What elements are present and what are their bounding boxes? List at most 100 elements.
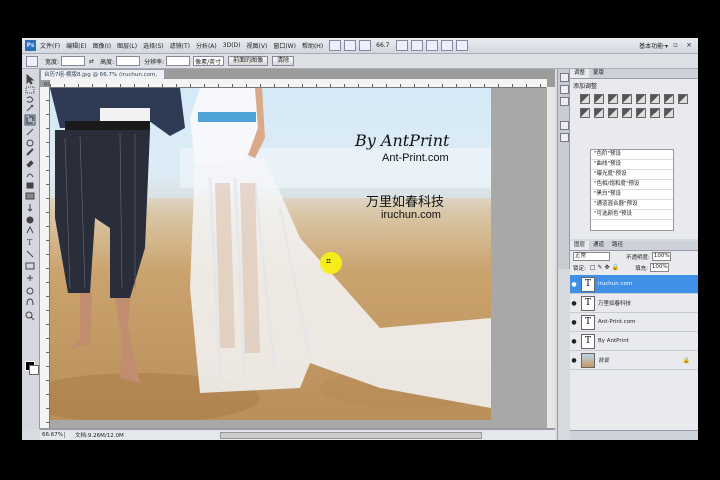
paragraph-panel-icon[interactable] <box>560 133 569 142</box>
panel-dock: 调整 蒙版 添加调整 "色阶"预设 "曲线"预设 "曝光度"预设 "色相/饱和度… <box>557 69 698 440</box>
posterize-icon[interactable] <box>622 108 632 118</box>
eye-icon[interactable]: ● <box>570 281 578 288</box>
menu-select[interactable]: 选择(S) <box>143 41 164 50</box>
eye-icon[interactable]: ● <box>570 319 578 326</box>
tab-channels[interactable]: 通道 <box>589 241 608 250</box>
menu-filter[interactable]: 滤镜(T) <box>170 41 190 50</box>
layers-footer-buttons[interactable] <box>570 430 698 440</box>
photo-filter-icon[interactable] <box>580 108 590 118</box>
resolution-label: 分辨率: <box>144 58 165 66</box>
zoom-tool-icon[interactable] <box>410 40 423 51</box>
menu-bar: Ps 文件(F) 编辑(E) 图像(I) 图层(L) 选择(S) 滤镜(T) 分… <box>22 38 698 54</box>
clear-button[interactable]: 清除 <box>272 56 295 66</box>
layer-row[interactable]: ● T By AntPrint <box>570 332 698 351</box>
resolution-field[interactable] <box>166 56 191 66</box>
path-select-icon <box>26 250 34 258</box>
swap-icon[interactable]: ⇄ <box>89 58 94 65</box>
eye-icon[interactable]: ● <box>570 338 578 345</box>
preset-item[interactable]: "黑白"预设 <box>591 190 673 200</box>
unit-select[interactable]: 像素/英寸 <box>193 56 225 66</box>
vertical-scrollbar[interactable] <box>546 87 555 428</box>
eye-icon[interactable]: ● <box>570 300 578 307</box>
view-extras-icon[interactable] <box>359 40 372 51</box>
hand-tool-icon <box>26 298 34 306</box>
options-bar: 宽度: ⇄ 高度: 分辨率: 像素/英寸 前面的图像 清除 <box>22 54 698 69</box>
blend-mode-select[interactable]: 正常 <box>573 252 610 261</box>
opacity-field[interactable]: 100% <box>651 252 671 261</box>
hand-tool-icon[interactable] <box>395 40 408 51</box>
screen-mode-icon[interactable] <box>455 40 468 51</box>
menu-help[interactable]: 帮助(H) <box>302 41 323 50</box>
layer-row[interactable]: ● T 万里如春科技 <box>570 294 698 313</box>
horizontal-scrollbar[interactable] <box>220 432 482 439</box>
crop-tool-preset-icon[interactable] <box>26 55 38 67</box>
status-doc-size[interactable]: 文档:9.26M/12.0M <box>75 431 124 439</box>
character-panel-icon[interactable] <box>560 121 569 130</box>
layer-list: ● T iruchun.com ● T 万里如春科技 ● T Ant-Print… <box>570 275 698 405</box>
menu-analysis[interactable]: 分析(A) <box>196 41 217 50</box>
preset-item[interactable]: "曝光度"预设 <box>591 170 673 180</box>
gradient-map-icon[interactable] <box>650 108 660 118</box>
menu-file[interactable]: 文件(F) <box>40 41 60 50</box>
eyedropper-icon <box>26 128 34 136</box>
tab-paths[interactable]: 路径 <box>608 241 627 250</box>
layer-row[interactable]: ● T iruchun.com <box>570 275 698 294</box>
text-layer-icon: T <box>581 276 595 292</box>
threshold-icon[interactable] <box>636 108 646 118</box>
tab-adjustments[interactable]: 调整 <box>570 69 590 78</box>
swatches-panel-icon[interactable] <box>560 97 569 106</box>
opacity-label: 不透明度: <box>626 254 650 261</box>
preset-item[interactable]: "色阶"预设 <box>591 150 673 160</box>
lock-row: 锁定: □✎✥🔒 填充: 100% <box>570 262 698 273</box>
eye-icon[interactable]: ● <box>570 357 578 364</box>
layer-row[interactable]: ● 背景 🔒 <box>570 351 698 370</box>
menu-edit[interactable]: 编辑(E) <box>66 41 86 50</box>
layer-row[interactable]: ● T Ant-Print.com <box>570 313 698 332</box>
zoom-level[interactable]: 66.7 <box>376 42 389 49</box>
by-antprint-text: By AntPrint <box>355 131 450 150</box>
channel-mixer-icon[interactable] <box>594 108 604 118</box>
tab-layers[interactable]: 图层 <box>570 241 590 250</box>
width-field[interactable] <box>61 56 86 66</box>
preset-item[interactable]: "可选颜色"预设 <box>591 210 673 220</box>
invert-icon[interactable] <box>608 108 618 118</box>
menu-image[interactable]: 图像(I) <box>93 41 111 50</box>
menu-view[interactable]: 视图(V) <box>247 41 268 50</box>
menu-3d[interactable]: 3D(D) <box>223 42 241 49</box>
bridge-icon[interactable] <box>329 40 342 51</box>
height-field[interactable] <box>116 56 141 66</box>
minibridge-icon[interactable] <box>344 40 357 51</box>
horizontal-ruler[interactable] <box>50 79 547 88</box>
photoshop-logo: Ps <box>25 40 36 51</box>
rotate-view-icon[interactable] <box>425 40 438 51</box>
hue-saturation-icon[interactable] <box>650 94 660 104</box>
preset-item[interactable]: "曲线"预设 <box>591 160 673 170</box>
adjustment-icons <box>570 92 698 120</box>
preset-item[interactable]: "通道混合器"预设 <box>591 200 673 210</box>
canvas-area[interactable]: By AntPrint Ant-Print.com 万里如春科技 iruchun… <box>50 88 547 428</box>
lock-icons[interactable]: □✎✥🔒 <box>590 264 621 271</box>
tab-masks[interactable]: 蒙版 <box>589 69 608 78</box>
exposure-icon[interactable] <box>622 94 632 104</box>
window-controls[interactable]: – ▫ × <box>661 41 695 49</box>
fill-field[interactable]: 100% <box>649 263 669 272</box>
selective-color-icon[interactable] <box>664 108 674 118</box>
width-label: 宽度: <box>45 58 60 66</box>
arrange-docs-icon[interactable] <box>440 40 453 51</box>
front-image-button[interactable]: 前面的图像 <box>228 56 269 66</box>
photo-canvas[interactable]: By AntPrint Ant-Print.com 万里如春科技 iruchun… <box>50 88 491 420</box>
black-white-icon[interactable] <box>678 94 688 104</box>
vertical-ruler[interactable] <box>40 87 50 428</box>
brightness-icon[interactable] <box>580 94 590 104</box>
levels-icon[interactable] <box>594 94 604 104</box>
menu-window[interactable]: 窗口(W) <box>273 41 296 50</box>
preset-item[interactable]: "色相/饱和度"预设 <box>591 180 673 190</box>
background-color[interactable] <box>29 365 39 375</box>
color-panel-icon[interactable] <box>560 85 569 94</box>
vibrance-icon[interactable] <box>636 94 646 104</box>
history-panel-icon[interactable] <box>560 73 569 82</box>
color-balance-icon[interactable] <box>664 94 674 104</box>
menu-layer[interactable]: 图层(L) <box>117 41 137 50</box>
curves-icon[interactable] <box>608 94 618 104</box>
status-zoom[interactable]: 66.67% <box>40 432 65 438</box>
